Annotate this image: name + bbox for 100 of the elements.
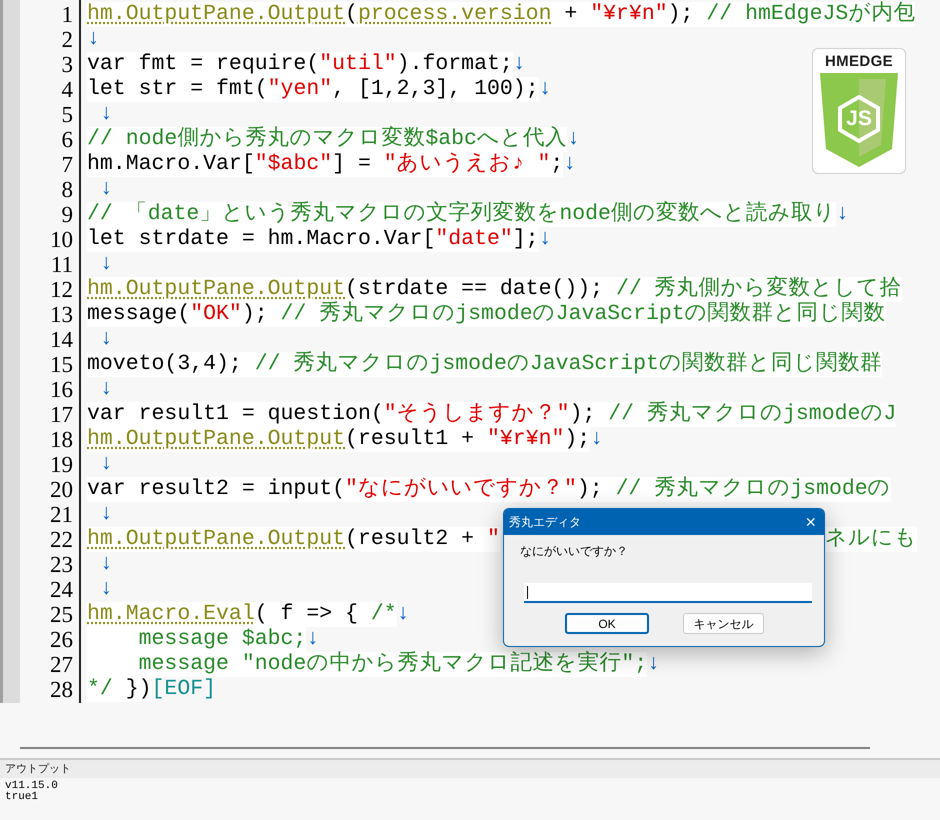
newline-mark: ↓ — [566, 127, 580, 152]
pane-title: アウトプット — [5, 762, 71, 777]
eof-mark: [EOF] — [152, 677, 216, 702]
code-text: "util" — [319, 52, 397, 77]
code-text: hm.Macro.Eval — [87, 602, 255, 627]
line-number: 6 — [62, 127, 73, 152]
code-text: ); — [570, 402, 608, 427]
newline-mark: ↓ — [98, 502, 113, 527]
newline-mark: ↓ — [538, 227, 552, 252]
code-text: ネルにも — [824, 527, 917, 552]
newline-mark: ↓ — [98, 327, 113, 352]
newline-mark: ↓ — [512, 52, 526, 77]
newline-mark: ↓ — [538, 77, 552, 102]
logo-text: HMEDGE — [824, 52, 894, 72]
output-line: true1 — [5, 791, 38, 803]
line-number: 26 — [50, 627, 73, 652]
line-number: 2 — [62, 27, 73, 52]
newline-mark: ↓ — [647, 652, 660, 677]
dialog-button[interactable]: キャンセル — [683, 613, 764, 634]
line-number: 12 — [50, 277, 73, 302]
code-text: ( — [345, 2, 358, 27]
output-line: v11.15.0 — [5, 780, 58, 792]
newline-mark: ↓ — [98, 577, 113, 602]
code-text: /* — [370, 602, 397, 627]
line-number: 19 — [50, 452, 73, 477]
newline-mark: ↓ — [836, 202, 849, 227]
line-number: 18 — [50, 427, 73, 452]
newline-mark: ↓ — [98, 377, 113, 402]
logo-text: JS — [845, 106, 873, 132]
code-text: "OK" — [190, 302, 242, 327]
code-text: let str = fmt( — [87, 77, 268, 102]
code-text: */ — [87, 677, 113, 702]
code-text: ); — [668, 2, 706, 27]
newline-mark: ↓ — [87, 27, 100, 52]
code-text: "¥r¥n" — [486, 427, 564, 452]
line-number: 28 — [50, 677, 73, 702]
line-number: 21 — [50, 502, 73, 527]
horizontal-scrollbar[interactable] — [20, 747, 870, 749]
code-text: ); — [564, 427, 590, 452]
code-text: // 「date」という秀丸マクロの文字列変数をnode側の変数へと読み取り — [87, 202, 836, 227]
line-number: 13 — [50, 302, 73, 327]
code-text: message "nodeの中から秀丸マクロ記述を実行"; — [87, 652, 648, 677]
code-text: // 秀丸マクロのjsmodeのJ — [608, 402, 896, 427]
newline-mark: ↓ — [98, 452, 113, 477]
code-text: // 秀丸マクロのjsmodeのJavaScriptの関数群と同じ関数 — [280, 302, 886, 327]
line-number: 4 — [62, 77, 73, 102]
close-button[interactable]: × — [805, 513, 816, 531]
code-text: var result2 = input( — [87, 477, 346, 502]
shield-icon — [820, 73, 898, 167]
code-text: "そうしますか？" — [384, 402, 570, 427]
text-caret — [527, 586, 528, 598]
code-text: // 秀丸マクロのjsmodeの — [616, 477, 891, 502]
code-text: moveto(3,4); — [87, 352, 255, 377]
code-text: hm.OutputPane.Output — [87, 527, 346, 552]
code-text: "$abc" — [254, 152, 332, 177]
newline-mark: ↓ — [98, 552, 113, 577]
line-number: 25 — [50, 602, 73, 627]
line-number: 22 — [50, 527, 73, 552]
line-number: 8 — [62, 177, 73, 202]
code-text: "あいうえお♪ " — [384, 152, 550, 177]
line-number: 27 — [50, 652, 73, 677]
code-text: , [1,2,3], 100); — [332, 77, 539, 102]
line-number: 23 — [50, 552, 73, 577]
line-number: 10 — [50, 227, 73, 252]
code-text: let strdate = hm.Macro.Var[ — [87, 227, 436, 252]
code-text: ] = — [332, 152, 384, 177]
code-text: ); — [576, 477, 616, 502]
code-text: message $abc; — [87, 627, 306, 652]
line-number: 11 — [50, 252, 73, 277]
newline-mark: ↓ — [590, 427, 604, 452]
code-text: "yen" — [268, 77, 332, 102]
line-number: 17 — [50, 402, 73, 427]
newline-mark: ↓ — [563, 152, 576, 177]
code-text: // 秀丸マクロのjsmodeのJavaScriptの関数群と同じ関数群 — [254, 352, 882, 377]
code-text: ( f => { — [254, 602, 371, 627]
code-text: ).format; — [396, 52, 513, 77]
line-number: 15 — [50, 352, 73, 377]
line-number: 5 — [62, 102, 73, 127]
dialog-button[interactable]: OK — [565, 613, 649, 634]
code-text: (result1 + — [345, 427, 487, 452]
code-text: + — [552, 2, 590, 27]
code-text: hm.Macro.Var[ — [87, 152, 255, 177]
newline-mark: ↓ — [98, 252, 113, 277]
code-text: var result1 = question( — [87, 402, 384, 427]
line-number: 1 — [62, 2, 73, 27]
newline-mark: ↓ — [98, 177, 113, 202]
code-text: ]; — [512, 227, 539, 252]
dialog-title: 秀丸エディタ — [509, 514, 581, 531]
prompt-label: なにがいいですか？ — [520, 543, 629, 560]
code-text: // hmEdgeJSが内包 — [706, 2, 916, 27]
code-text: " — [486, 527, 500, 552]
code-text: ; — [550, 152, 564, 177]
code-text: // node側から秀丸のマクロ変数$abcへと代入 — [87, 127, 567, 152]
line-number: 7 — [62, 152, 73, 177]
newline-mark: ↓ — [396, 602, 410, 627]
code-text: }) — [112, 677, 152, 702]
input-field[interactable] — [524, 583, 812, 603]
line-number: 14 — [50, 327, 73, 352]
code-text: process.version — [358, 2, 552, 27]
code-text: "なにがいいですか？" — [345, 477, 577, 502]
